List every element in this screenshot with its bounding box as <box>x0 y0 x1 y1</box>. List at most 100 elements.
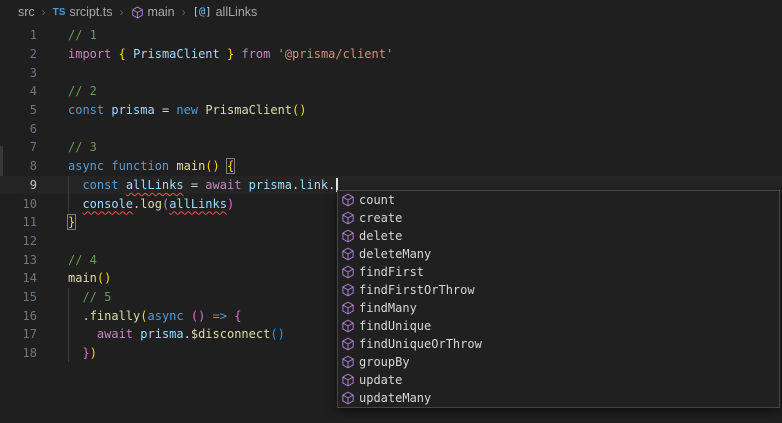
code-content: // 2 <box>37 84 97 98</box>
code-token <box>68 290 82 304</box>
code-token <box>184 309 191 323</box>
code-line-7[interactable]: 7// 3 <box>0 138 782 157</box>
breadcrumb-item-src[interactable]: src <box>18 5 35 19</box>
indent-guide <box>68 288 69 307</box>
code-token <box>205 309 212 323</box>
code-line-6[interactable]: 6 <box>0 119 782 138</box>
code-token <box>68 197 82 211</box>
suggestion-label: findFirstOrThrow <box>359 283 475 297</box>
line-number: 7 <box>0 140 37 154</box>
code-token: . <box>184 327 191 341</box>
code-token: { <box>119 47 126 61</box>
suggestion-label: findFirst <box>359 265 424 279</box>
code-line-4[interactable]: 4// 2 <box>0 82 782 101</box>
code-token <box>241 178 248 192</box>
code-token: PrismaClient <box>205 103 292 117</box>
code-line-1[interactable]: 1// 1 <box>0 26 782 45</box>
breadcrumb-separator-icon: › <box>120 5 124 19</box>
suggestion-item-updatemany[interactable]: updateMany <box>338 389 779 407</box>
code-content: const prisma = new PrismaClient() <box>37 103 306 117</box>
code-token: () <box>97 271 111 285</box>
suggestion-item-delete[interactable]: delete <box>338 227 779 245</box>
suggestion-item-groupby[interactable]: groupBy <box>338 353 779 371</box>
code-line-8[interactable]: 8async function main() { <box>0 157 782 176</box>
suggestion-item-findfirstorthrow[interactable]: findFirstOrThrow <box>338 281 779 299</box>
code-token: } <box>82 346 89 360</box>
code-token: () <box>205 159 219 173</box>
typescript-file-icon: TS <box>53 7 66 18</box>
breadcrumb-item-srcipt-ts[interactable]: TSsrcipt.ts <box>53 5 113 19</box>
line-number: 18 <box>0 346 37 360</box>
symbol-method-icon <box>341 391 355 405</box>
code-line-2[interactable]: 2import { PrismaClient } from '@prisma/c… <box>0 45 782 64</box>
code-token: = <box>155 103 177 117</box>
code-token: console <box>82 197 133 211</box>
code-token: link <box>299 178 328 192</box>
code-token: . <box>328 178 335 192</box>
breadcrumb-label: src <box>18 5 35 19</box>
code-token <box>270 47 277 61</box>
code-token <box>111 47 118 61</box>
suggestion-item-create[interactable]: create <box>338 209 779 227</box>
code-content: await prisma.$disconnect() <box>37 327 285 341</box>
code-token: async <box>148 309 184 323</box>
code-token: . <box>68 309 90 323</box>
code-token <box>220 47 227 61</box>
suggestion-item-update[interactable]: update <box>338 371 779 389</box>
breadcrumb-separator-icon: › <box>42 5 46 19</box>
code-line-5[interactable]: 5const prisma = new PrismaClient() <box>0 101 782 120</box>
code-token: allLinks <box>169 197 227 211</box>
symbol-method-icon <box>131 6 144 19</box>
suggestion-item-deletemany[interactable]: deleteMany <box>338 245 779 263</box>
line-number: 17 <box>0 327 37 341</box>
breadcrumb-item-alllinks[interactable]: [@]allLinks <box>193 5 258 19</box>
breadcrumb-label: srcipt.ts <box>69 5 112 19</box>
code-editor-window: src › TSsrcipt.ts › main › [@]allLinks 1// 12i… <box>0 0 782 423</box>
suggestion-label: updateMany <box>359 391 431 405</box>
symbol-method-icon <box>341 211 355 225</box>
line-number: 6 <box>0 122 37 136</box>
code-token: const <box>82 178 118 192</box>
line-number: 9 <box>0 178 37 192</box>
symbol-method-icon <box>341 229 355 243</box>
code-token <box>119 178 126 192</box>
code-line-3[interactable]: 3 <box>0 63 782 82</box>
code-token: { <box>234 309 241 323</box>
autocomplete-dropdown: countcreatedeletedeleteMany findFirst find… <box>337 190 780 408</box>
code-token: prisma <box>111 103 154 117</box>
suggestion-item-findunique[interactable]: findUnique <box>338 317 779 335</box>
code-token: () <box>292 103 306 117</box>
indent-guide <box>68 176 69 195</box>
suggestion-item-count[interactable]: count <box>338 191 779 209</box>
code-token: () <box>191 309 205 323</box>
code-token: // 4 <box>68 253 97 267</box>
symbol-method-icon <box>341 301 355 315</box>
code-token: function <box>111 159 169 173</box>
code-token: main <box>68 271 97 285</box>
code-content: import { PrismaClient } from '@prisma/cl… <box>37 47 393 61</box>
code-token: prisma <box>140 327 183 341</box>
code-token: const <box>68 103 104 117</box>
breadcrumb-label: allLinks <box>216 5 258 19</box>
code-token: prisma <box>249 178 292 192</box>
suggestion-label: update <box>359 373 402 387</box>
code-token <box>126 47 133 61</box>
suggestion-item-finduniqueorthrow[interactable]: findUniqueOrThrow <box>338 335 779 353</box>
code-token: ) <box>90 346 97 360</box>
code-content: // 3 <box>37 140 97 154</box>
suggestion-item-findmany[interactable]: findMany <box>338 299 779 317</box>
line-number: 8 <box>0 159 37 173</box>
breadcrumb-item-main[interactable]: main <box>131 5 175 19</box>
line-number: 4 <box>0 84 37 98</box>
code-token: async <box>68 159 104 173</box>
suggestion-label: findUniqueOrThrow <box>359 337 482 351</box>
breadcrumb-label: main <box>148 5 175 19</box>
symbol-method-icon <box>341 247 355 261</box>
line-number: 10 <box>0 197 37 211</box>
code-token: $disconnect <box>191 327 270 341</box>
code-content: async function main() { <box>37 159 234 173</box>
suggestion-item-findfirst[interactable]: findFirst <box>338 263 779 281</box>
breadcrumb-separator-icon: › <box>182 5 186 19</box>
code-token <box>68 178 82 192</box>
symbol-method-icon <box>341 193 355 207</box>
